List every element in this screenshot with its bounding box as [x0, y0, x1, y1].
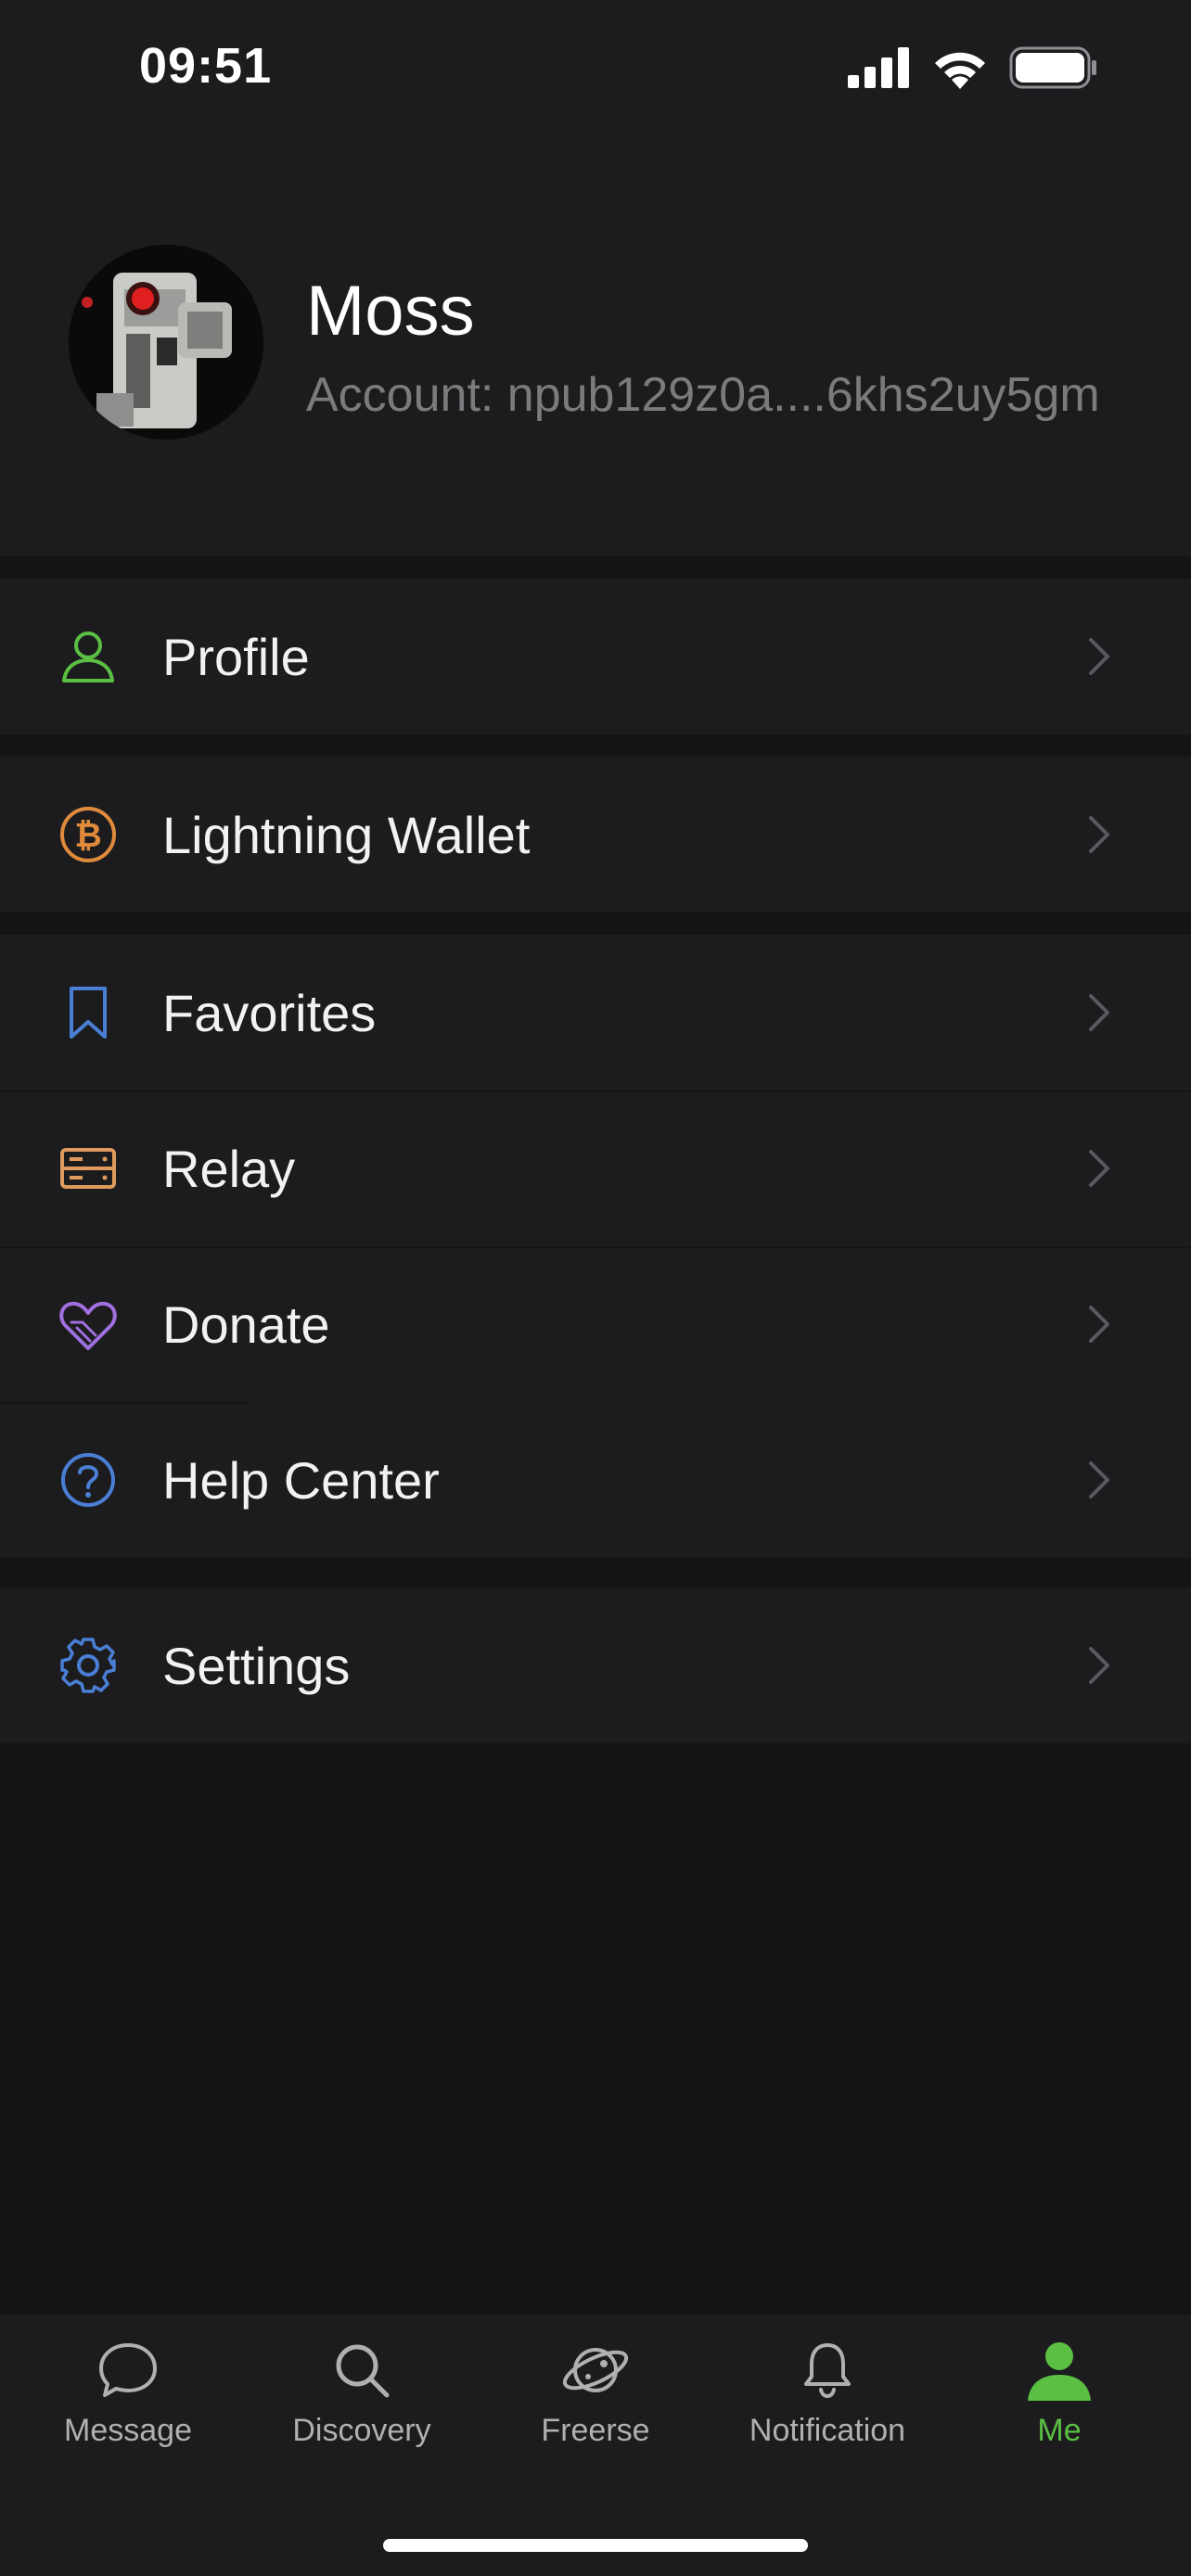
- menu-item-help-center[interactable]: Help Center: [0, 1402, 1191, 1558]
- person-icon: [56, 624, 121, 689]
- chevron-right-icon: [1089, 638, 1109, 675]
- person-filled-icon: [1022, 2333, 1096, 2407]
- menu-label-profile: Profile: [162, 627, 310, 686]
- menu-group-settings: Settings: [0, 1588, 1191, 1743]
- battery-icon: [1009, 46, 1096, 89]
- chevron-right-icon: [1089, 994, 1109, 1031]
- tab-me[interactable]: Me: [957, 2333, 1161, 2472]
- status-time: 09:51: [139, 38, 273, 94]
- help-circle-icon: [56, 1447, 121, 1512]
- menu-item-donate[interactable]: Donate: [0, 1246, 1191, 1402]
- menu-group-profile: Profile: [0, 579, 1191, 734]
- tab-label-discovery: Discovery: [292, 2413, 431, 2448]
- menu-item-lightning-wallet[interactable]: ₿ Lightning Wallet: [0, 757, 1191, 912]
- tab-message[interactable]: Message: [26, 2333, 230, 2472]
- menu-label-settings: Settings: [162, 1636, 351, 1695]
- status-icons: [848, 46, 1098, 89]
- signal-icon: [848, 47, 909, 88]
- menu-item-favorites[interactable]: Favorites: [0, 935, 1191, 1090]
- tab-freerse[interactable]: Freerse: [493, 2333, 698, 2472]
- chevron-right-icon: [1089, 1647, 1109, 1684]
- chat-bubble-icon: [91, 2333, 165, 2407]
- menu-label-help-center: Help Center: [162, 1450, 440, 1510]
- menu-label-lightning-wallet: Lightning Wallet: [162, 805, 531, 864]
- menu-group-wallet: ₿ Lightning Wallet: [0, 757, 1191, 912]
- heart-handshake-icon: [56, 1292, 121, 1357]
- profile-name: Moss: [306, 272, 475, 351]
- tab-label-freerse: Freerse: [541, 2413, 650, 2448]
- account-id[interactable]: Account: npub129z0a....6khs2uy5gm: [306, 367, 1100, 423]
- chevron-right-icon: [1089, 1150, 1109, 1187]
- chevron-right-icon: [1089, 1461, 1109, 1498]
- bitcoin-icon: ₿: [56, 802, 121, 867]
- menu-item-profile[interactable]: Profile: [0, 579, 1191, 734]
- menu-group-main: Favorites Relay Donate Help Center: [0, 935, 1191, 1558]
- planet-icon: [558, 2333, 633, 2407]
- menu-item-settings[interactable]: Settings: [0, 1588, 1191, 1743]
- bottom-tab-bar: Message Discovery Freerse Notification M…: [0, 2315, 1191, 2576]
- chevron-right-icon: [1089, 1306, 1109, 1343]
- tab-discovery[interactable]: Discovery: [260, 2333, 464, 2472]
- svg-text:₿: ₿: [74, 817, 101, 855]
- home-indicator[interactable]: [383, 2539, 808, 2552]
- search-icon: [325, 2333, 399, 2407]
- profile-header: 09:51 Moss Account: npub129z0a....6khs2u…: [0, 0, 1191, 556]
- menu-label-favorites: Favorites: [162, 983, 377, 1042]
- menu-label-donate: Donate: [162, 1294, 330, 1354]
- tab-notification[interactable]: Notification: [725, 2333, 929, 2472]
- tab-label-notification: Notification: [749, 2413, 906, 2448]
- server-icon: [56, 1136, 121, 1201]
- tab-label-me: Me: [1037, 2413, 1082, 2448]
- menu-item-relay[interactable]: Relay: [0, 1090, 1191, 1246]
- avatar[interactable]: [69, 245, 263, 440]
- menu-label-relay: Relay: [162, 1139, 296, 1198]
- robot-avatar-image: [69, 245, 263, 440]
- chevron-right-icon: [1089, 816, 1109, 853]
- bell-icon: [790, 2333, 864, 2407]
- gear-icon: [56, 1633, 121, 1698]
- bookmark-icon: [56, 980, 121, 1045]
- wifi-icon: [935, 52, 985, 89]
- tab-label-message: Message: [64, 2413, 192, 2448]
